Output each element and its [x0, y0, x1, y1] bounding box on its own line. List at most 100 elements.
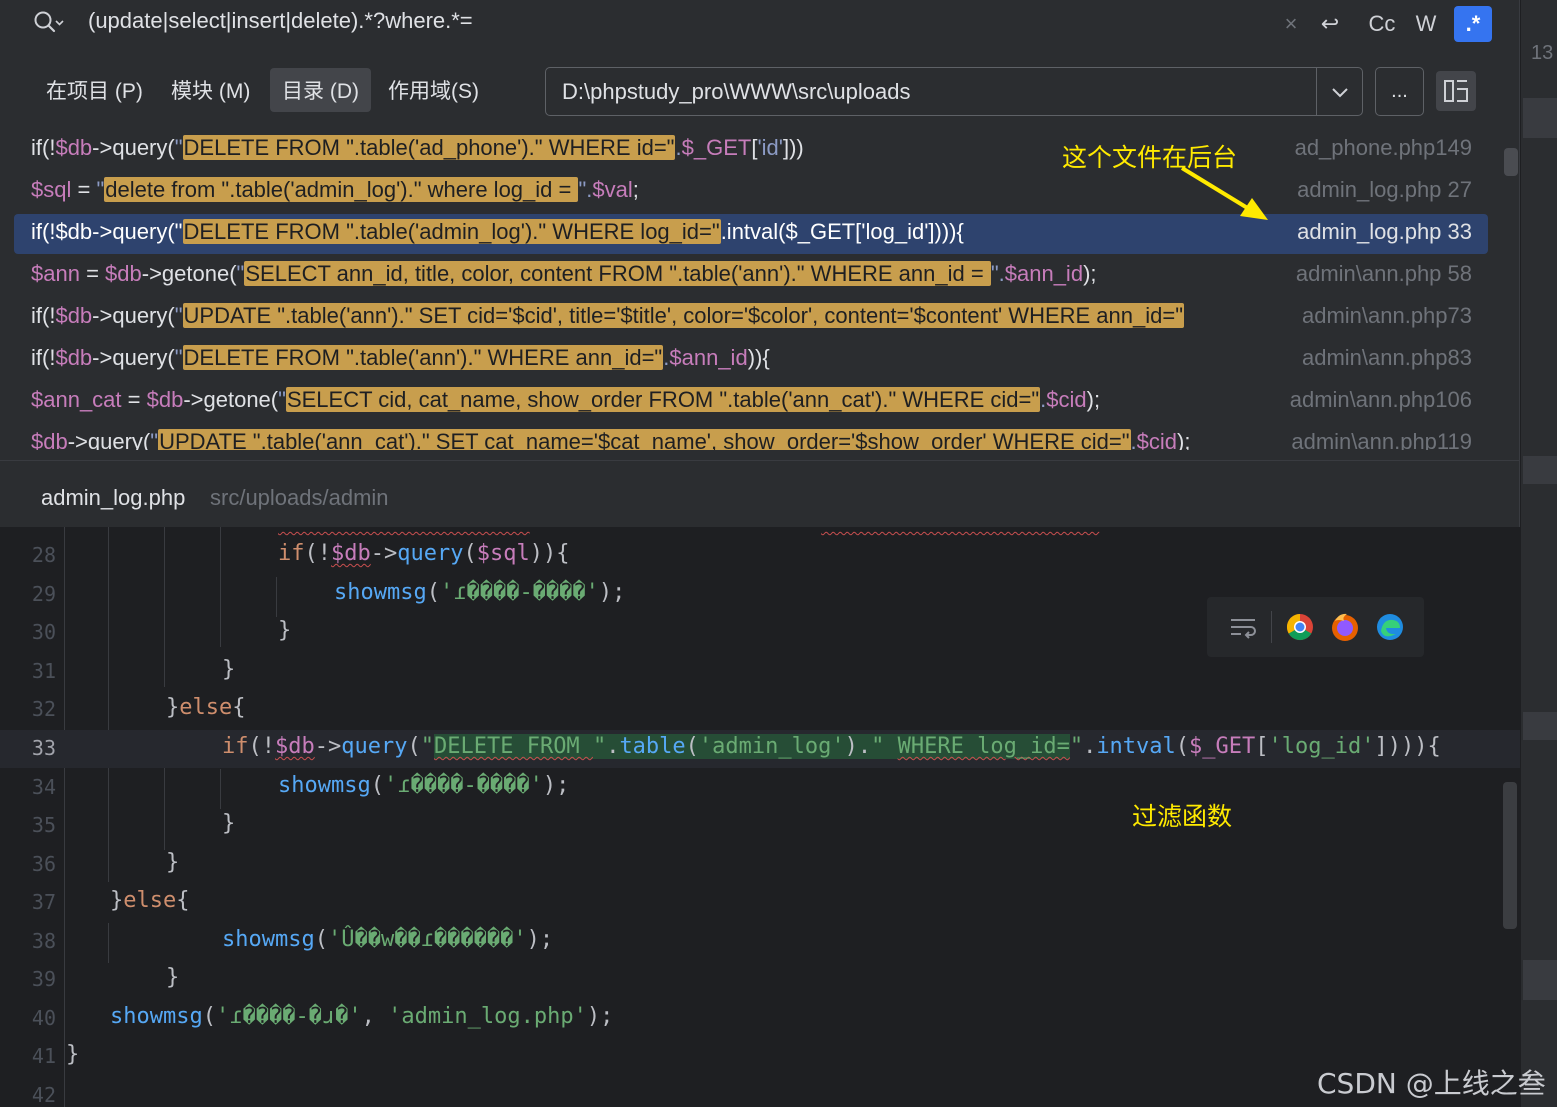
result-file: admin\ann.php 58 — [1289, 261, 1472, 287]
preview-path: src/uploads/admin — [210, 485, 389, 510]
code-text: } — [222, 811, 236, 836]
directory-combobox[interactable]: D:\phpstudy_pro\WWW\src\uploads — [545, 67, 1363, 116]
search-icon[interactable] — [32, 9, 64, 37]
result-row[interactable]: $ann_cat = $db->getone("SELECT cid, cat_… — [14, 382, 1488, 422]
line-number: 32 — [31, 697, 56, 721]
code-text: }else{ — [166, 695, 246, 720]
line-number: 40 — [31, 1006, 56, 1030]
preview-header: admin_log.php src/uploads/admin — [0, 460, 1520, 527]
directory-input[interactable]: D:\phpstudy_pro\WWW\src\uploads — [562, 79, 910, 105]
soft-wrap-icon[interactable] — [1225, 609, 1261, 645]
code-text: if(!$db->query("DELETE FROM ".table('adm… — [222, 734, 1441, 759]
sidebar-block — [1523, 98, 1557, 138]
result-file: admin\ann.php83 — [1295, 345, 1472, 371]
code-line: 28 if(!$db->query($sql)){ — [0, 537, 1520, 575]
code-line: 40 showmsg('ɾ����-�ɹ�', 'admin_log.php')… — [0, 1000, 1520, 1038]
result-file: admin_log.php 33 — [1291, 219, 1472, 245]
chevron-down-icon — [1332, 87, 1348, 97]
code-text: } — [166, 850, 180, 875]
right-sidebar: 13 — [1520, 0, 1557, 1107]
result-row[interactable]: if(!$db->query("DELETE FROM ".table('ann… — [14, 340, 1488, 380]
sidebar-block — [1523, 712, 1557, 740]
match-case-button[interactable]: Cc — [1362, 6, 1402, 42]
preview-filename: admin_log.php — [41, 485, 186, 510]
search-input[interactable]: (update|select|insert|delete).*?where.*= — [88, 8, 473, 34]
code-line: 37 }else{ — [0, 884, 1520, 922]
code-line: 31 } — [0, 653, 1520, 691]
watermark: CSDN @上线之叁 — [1317, 1067, 1546, 1100]
result-code: if(!$db->query("DELETE FROM ".table('adm… — [31, 219, 964, 244]
firefox-icon[interactable] — [1327, 609, 1363, 645]
code-line: 38 showmsg('Û��w��ɾ������'); — [0, 923, 1520, 961]
code-text: } — [166, 965, 180, 990]
line-number: 29 — [31, 582, 56, 606]
code-text: }else{ — [110, 888, 190, 913]
sidebar-block — [1523, 960, 1557, 1000]
line-number: 30 — [31, 620, 56, 644]
tab-project[interactable]: 在项目 (P) — [34, 68, 155, 112]
code-line-current: 33 if(!$db->query("DELETE FROM ".table('… — [0, 730, 1520, 768]
line-number: 37 — [31, 890, 56, 914]
newline-icon[interactable]: ↩ — [1312, 6, 1348, 42]
line-number: 41 — [31, 1044, 56, 1068]
code-text: showmsg('ɾ����-����'); — [334, 580, 626, 605]
find-in-files-popup: (update|select|insert|delete).*?where.*=… — [0, 0, 1520, 527]
regex-button[interactable]: .* — [1454, 6, 1492, 42]
results-scrollbar[interactable] — [1504, 148, 1518, 176]
line-number: 34 — [31, 775, 56, 799]
line-number: 33 — [31, 736, 56, 760]
result-code: if(!$db->query("DELETE FROM ".table('ann… — [31, 345, 770, 370]
code-text: showmsg('ɾ����-����'); — [278, 773, 570, 798]
sidebar-block — [1523, 456, 1557, 484]
result-code: $db->query("UPDATE ".table('ann_cat')." … — [31, 429, 1190, 450]
annotation-filter-note: 过滤函数 — [1132, 802, 1233, 831]
search-bar: (update|select|insert|delete).*?where.*=… — [0, 0, 1520, 50]
code-text: } — [66, 1042, 80, 1067]
code-line: 32 }else{ — [0, 691, 1520, 729]
result-row[interactable]: $ann = $db->getone("SELECT ann_id, title… — [14, 256, 1488, 296]
line-number: 42 — [31, 1083, 56, 1107]
code-line: 42 — [0, 1077, 1520, 1107]
result-file: admin\ann.php106 — [1283, 387, 1472, 413]
editor-scrollbar[interactable] — [1503, 782, 1517, 929]
code-line: 34 showmsg('ɾ����-����'); — [0, 769, 1520, 807]
code-line: 36 } — [0, 846, 1520, 884]
code-line: 39 } — [0, 961, 1520, 999]
tab-directory[interactable]: 目录 (D) — [270, 68, 371, 112]
whole-words-button[interactable]: W — [1408, 6, 1444, 42]
code-text: if(!$db->query($sql)){ — [278, 541, 570, 566]
edge-icon[interactable] — [1372, 609, 1408, 645]
browser-preview-toolbar — [1207, 597, 1424, 657]
result-row[interactable]: $db->query("UPDATE ".table('ann_cat')." … — [14, 424, 1488, 450]
code-text: } — [278, 618, 292, 643]
code-line: 35 } — [0, 807, 1520, 845]
result-code: if(!$db->query("DELETE FROM ".table('ad_… — [31, 135, 804, 160]
tab-scope[interactable]: 作用域(S) — [376, 68, 491, 112]
result-code: $ann = $db->getone("SELECT ann_id, title… — [31, 261, 1097, 286]
line-number: 38 — [31, 929, 56, 953]
sidebar-text: 13 — [1531, 42, 1554, 64]
clear-icon[interactable]: × — [1278, 6, 1304, 42]
line-number: 28 — [31, 543, 56, 567]
line-number: 35 — [31, 813, 56, 837]
result-file: admin_log.php 27 — [1291, 177, 1472, 203]
code-line: 41 } — [0, 1038, 1520, 1076]
result-row[interactable]: if(!$db->query("UPDATE ".table('ann')." … — [14, 298, 1488, 338]
browse-button[interactable]: ... — [1375, 67, 1424, 116]
result-code: if(!$db->query("UPDATE ".table('ann')." … — [31, 303, 1185, 328]
divider — [1271, 611, 1272, 643]
result-file: ad_phone.php149 — [1288, 135, 1472, 161]
split-view-button[interactable] — [1436, 71, 1476, 111]
directory-dropdown-button[interactable] — [1317, 68, 1363, 115]
result-file: admin\ann.php119 — [1285, 429, 1472, 450]
tab-module[interactable]: 模块 (M) — [159, 68, 262, 112]
line-number: 39 — [31, 967, 56, 991]
result-file: admin\ann.php73 — [1295, 303, 1472, 329]
chrome-icon[interactable] — [1282, 609, 1318, 645]
split-view-icon — [1444, 80, 1468, 102]
code-text: showmsg('Û��w��ɾ������'); — [222, 927, 554, 952]
line-number: 31 — [31, 659, 56, 683]
code-text: } — [222, 657, 236, 682]
line-number: 36 — [31, 852, 56, 876]
